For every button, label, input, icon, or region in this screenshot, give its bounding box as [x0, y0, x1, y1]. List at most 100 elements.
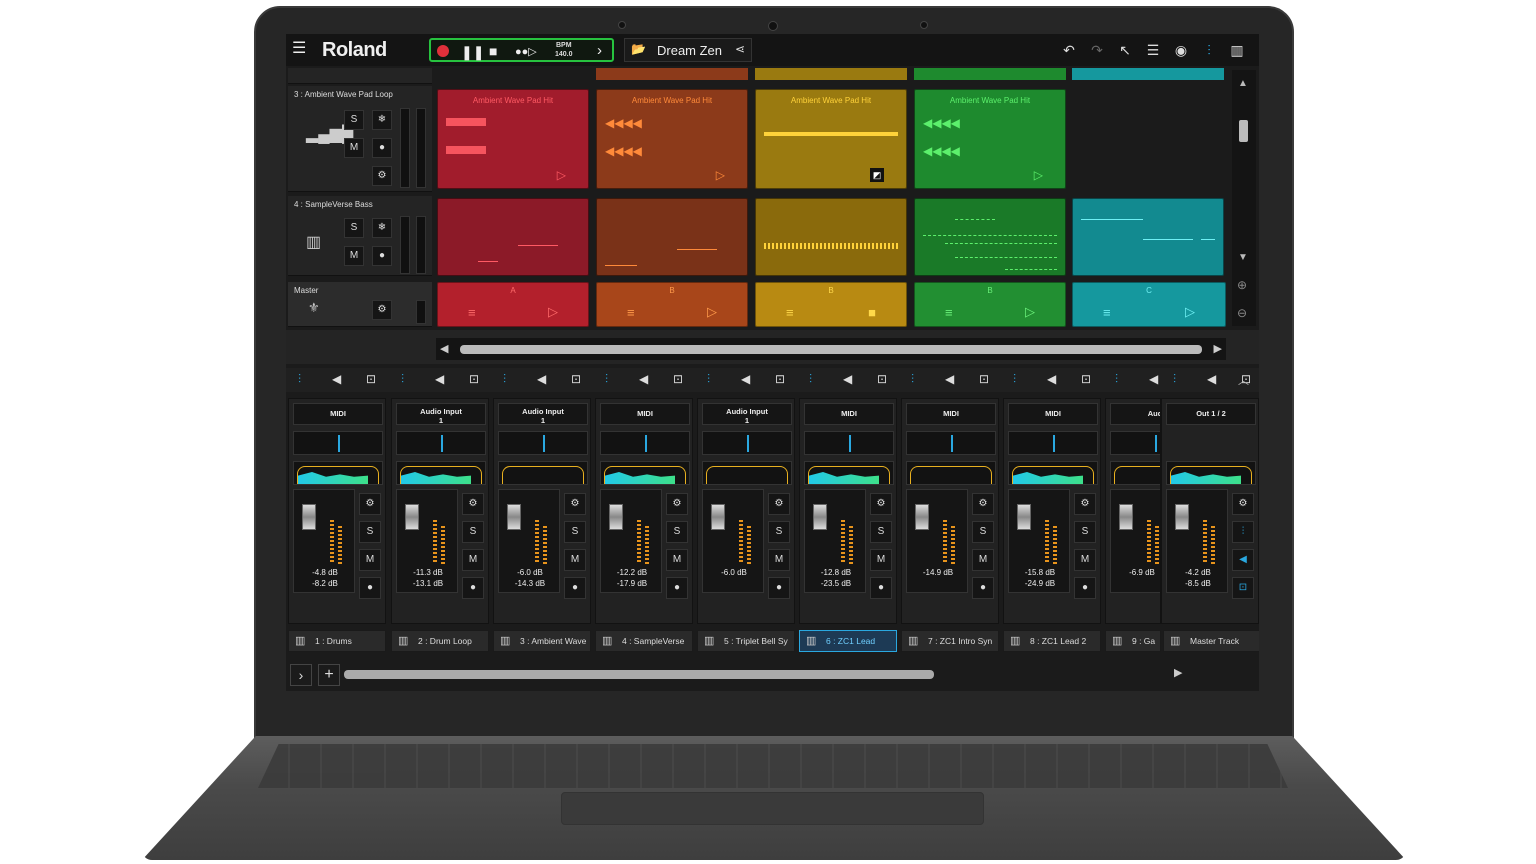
clip-partial[interactable] — [596, 68, 748, 80]
gear-icon[interactable]: ⚙ — [462, 493, 484, 515]
arm-icon[interactable]: ● — [372, 246, 392, 266]
pan-control[interactable] — [396, 431, 486, 455]
arm-icon[interactable]: ● — [1074, 577, 1096, 599]
mixer-icon[interactable]: ⫶ — [1195, 38, 1223, 62]
volume-fader[interactable]: -4.2 dB -8.5 dB — [1166, 489, 1228, 593]
list-icon[interactable]: ≡ — [1103, 305, 1111, 320]
output-icon[interactable]: ⊡ — [1081, 372, 1091, 386]
volume-fader[interactable]: -4.8 dB -8.2 dB — [293, 489, 355, 593]
input-selector[interactable]: MIDI — [600, 403, 690, 425]
pan-control[interactable] — [1008, 431, 1098, 455]
stop-icon[interactable]: ■ — [868, 305, 876, 320]
track-tab[interactable]: ▥ 2 : Drum Loop — [391, 630, 489, 652]
play-icon[interactable]: ▷ — [716, 168, 725, 182]
eq-icon[interactable]: ⫶ — [707, 372, 710, 387]
fader-cap[interactable] — [1175, 504, 1189, 530]
clip[interactable] — [755, 198, 907, 276]
clip[interactable]: Ambient Wave Pad Hit ▷ — [437, 89, 589, 189]
solo-button[interactable]: S — [870, 521, 892, 543]
undo-icon[interactable]: ↶ — [1055, 38, 1083, 62]
project-selector[interactable]: 📂 Dream Zen ⋖ — [624, 38, 752, 62]
mute-button[interactable]: M — [972, 549, 994, 571]
right-arrow-icon[interactable]: ▶ — [1214, 342, 1222, 355]
speaker-icon[interactable]: ◀ — [332, 372, 341, 386]
scroll-thumb[interactable] — [1239, 120, 1248, 142]
list-icon[interactable]: ≡ — [627, 305, 635, 320]
pause-button[interactable]: ❚❚ — [461, 44, 484, 61]
clip[interactable] — [596, 198, 748, 276]
input-selector[interactable]: Audio Input 1 — [498, 403, 588, 425]
eq-display[interactable] — [293, 461, 383, 485]
output-icon[interactable]: ⊡ — [366, 372, 376, 386]
solo-button[interactable]: S — [564, 521, 586, 543]
volume-fader[interactable]: -11.3 dB -13.1 dB — [396, 489, 458, 593]
fader-cap[interactable] — [915, 504, 929, 530]
menu-icon[interactable]: ☰ — [292, 41, 308, 57]
speaker-icon[interactable]: ◀ — [741, 372, 750, 386]
stop-icon[interactable]: ◩ — [870, 168, 884, 182]
eq-icon[interactable]: ⫶ — [1013, 372, 1016, 387]
play-icon[interactable]: ▷ — [557, 168, 566, 182]
fader-cap[interactable] — [1017, 504, 1031, 530]
eq-display[interactable] — [1110, 461, 1160, 485]
input-selector[interactable]: Audio Input 1 — [702, 403, 792, 425]
output-icon[interactable]: ⊡ — [673, 372, 683, 386]
speaker-icon[interactable]: ◀ — [639, 372, 648, 386]
empty-slot[interactable] — [1072, 89, 1224, 189]
right-arrow-icon[interactable]: ▶ — [1174, 666, 1182, 679]
scene-b[interactable]: B ≡ ■ — [755, 282, 907, 327]
speaker-icon[interactable]: ◀ — [1047, 372, 1056, 386]
eq-icon[interactable]: ⫶ — [1232, 521, 1254, 543]
gear-icon[interactable]: ⚙ — [972, 493, 994, 515]
left-arrow-icon[interactable]: ◀ — [440, 342, 448, 355]
play-icon[interactable]: ▷ — [1185, 304, 1195, 320]
loop-icon[interactable]: ●●▷ — [515, 45, 537, 58]
solo-button[interactable]: S — [666, 521, 688, 543]
speaker-icon[interactable]: ◀ — [843, 372, 852, 386]
volume-fader[interactable]: -6.0 dB — [702, 489, 764, 593]
input-selector[interactable]: MIDI — [1008, 403, 1098, 425]
clip-partial[interactable] — [1072, 68, 1224, 80]
list-icon[interactable]: ≡ — [468, 305, 476, 320]
track-header[interactable]: 3 : Ambient Wave Pad Loop ▂▄▆█ S ❄ M ● ⚙ — [288, 86, 432, 192]
add-track-button[interactable]: + — [318, 664, 340, 686]
eq-icon[interactable]: ⫶ — [809, 372, 812, 387]
clip[interactable] — [914, 198, 1066, 276]
gear-icon[interactable]: ⚙ — [768, 493, 790, 515]
speaker-icon[interactable]: ◀ — [1207, 372, 1216, 386]
fader-cap[interactable] — [813, 504, 827, 530]
redo-icon[interactable]: ↷ — [1083, 38, 1111, 62]
gear-icon[interactable]: ⚙ — [1232, 493, 1254, 515]
vertical-scrollbar[interactable]: ▲ ▼ ⊕ ⊖ — [1232, 70, 1256, 326]
clip[interactable]: Ambient Wave Pad Hit ◀◀◀◀ ◀◀◀◀ ▷ — [914, 89, 1066, 189]
master-track-header[interactable]: Master ⚜ ⚙ — [288, 282, 432, 327]
pan-control[interactable] — [1110, 431, 1160, 455]
piano-icon[interactable]: ▥ — [1223, 38, 1251, 62]
mute-button[interactable]: M — [870, 549, 892, 571]
arm-icon[interactable]: ● — [768, 577, 790, 599]
speaker-icon[interactable]: ◀ — [435, 372, 444, 386]
volume-fader[interactable]: -15.8 dB -24.9 dB — [1008, 489, 1070, 593]
solo-button[interactable]: S — [462, 521, 484, 543]
mute-button[interactable]: M — [768, 549, 790, 571]
track-tab[interactable]: ▥ Master Track — [1163, 630, 1259, 652]
clip[interactable] — [437, 198, 589, 276]
mute-button[interactable]: M — [462, 549, 484, 571]
mute-button[interactable]: M — [1074, 549, 1096, 571]
input-selector[interactable]: MIDI — [906, 403, 996, 425]
eq-display[interactable] — [1008, 461, 1098, 485]
fader-cap[interactable] — [1119, 504, 1133, 530]
fader-cap[interactable] — [302, 504, 316, 530]
volume-fader[interactable]: -14.9 dB — [906, 489, 968, 593]
track-tab[interactable]: ▥ 5 : Triplet Bell Sy — [697, 630, 795, 652]
track-tab[interactable]: ▥ 3 : Ambient Wave — [493, 630, 591, 652]
track-tab[interactable]: ▥ 4 : SampleVerse — [595, 630, 693, 652]
output-icon[interactable]: ⊡ — [1232, 577, 1254, 599]
list-icon[interactable]: ≡ — [945, 305, 953, 320]
output-icon[interactable]: ⊡ — [877, 372, 887, 386]
eq-display[interactable] — [498, 461, 588, 485]
down-arrow-icon[interactable]: ▼ — [1238, 252, 1248, 263]
gear-icon[interactable]: ⚙ — [359, 493, 381, 515]
scroll-thumb[interactable] — [344, 670, 934, 679]
eye-icon[interactable]: ◉ — [1167, 38, 1195, 62]
